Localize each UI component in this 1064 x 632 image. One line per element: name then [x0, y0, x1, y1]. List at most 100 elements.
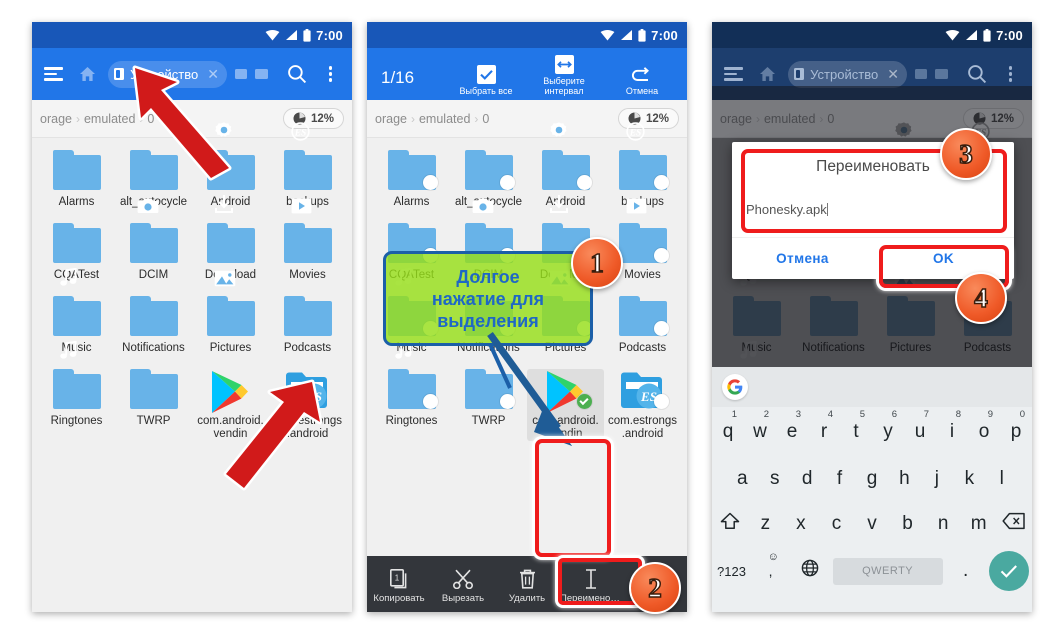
- file-icon-wrap: ES: [618, 122, 669, 192]
- file-icon-wrap: [52, 340, 101, 411]
- home-icon[interactable]: [754, 61, 780, 87]
- key-s[interactable]: s: [758, 468, 790, 490]
- status-bar: 7:00: [367, 22, 687, 48]
- overflow-menu-icon[interactable]: [318, 61, 344, 87]
- enter-check-icon: [988, 551, 1029, 591]
- file-cell[interactable]: ES com.estrongs.android: [604, 369, 681, 441]
- overflow-menu-icon[interactable]: [998, 61, 1024, 87]
- storage-chip[interactable]: Устройство ✕: [788, 60, 907, 88]
- file-icon-wrap: [541, 122, 592, 192]
- key-m[interactable]: m: [961, 513, 997, 535]
- home-icon[interactable]: [74, 61, 100, 87]
- key-x[interactable]: x: [783, 513, 819, 535]
- selection-indicator[interactable]: [576, 175, 592, 190]
- menu-button[interactable]: [40, 61, 66, 87]
- key-sup: 7: [923, 409, 929, 420]
- file-name: CQATest: [53, 269, 100, 281]
- dialog-cancel-button[interactable]: Отмена: [732, 238, 873, 279]
- file-cell[interactable]: Ringtones: [38, 340, 115, 441]
- key-h[interactable]: h: [888, 468, 920, 490]
- keyboard-row-2: asdfghjkl: [712, 457, 1032, 501]
- breadcrumb-item-1[interactable]: orage: [40, 112, 72, 126]
- key-y[interactable]: y6: [872, 409, 904, 443]
- action-scissors[interactable]: Вырезать: [431, 565, 495, 604]
- step-badge-4: 4: [955, 272, 1007, 324]
- key-g[interactable]: g: [856, 468, 888, 490]
- file-cell[interactable]: Alarms: [373, 150, 450, 209]
- google-icon[interactable]: [722, 374, 748, 400]
- es-icon: ES: [625, 122, 645, 146]
- breadcrumb-item-3[interactable]: 0: [482, 112, 489, 126]
- tab-icon-2[interactable]: [935, 69, 949, 79]
- breadcrumb-item-1[interactable]: orage: [375, 112, 407, 126]
- tab-icon-1[interactable]: [914, 69, 928, 79]
- key-a[interactable]: a: [726, 468, 758, 490]
- breadcrumb-item-2[interactable]: emulated: [419, 112, 470, 126]
- key-d[interactable]: d: [791, 468, 823, 490]
- key-n[interactable]: n: [925, 513, 961, 535]
- key-f[interactable]: f: [823, 468, 855, 490]
- selection-indicator[interactable]: [422, 175, 438, 190]
- selection-indicator[interactable]: [653, 321, 669, 336]
- menu-button[interactable]: [720, 61, 746, 87]
- breadcrumb-sep: ›: [75, 111, 80, 126]
- key-v[interactable]: v: [854, 513, 890, 535]
- enter-key[interactable]: [985, 551, 1032, 591]
- key-b[interactable]: b: [890, 513, 926, 535]
- selection-indicator[interactable]: [653, 248, 669, 263]
- action-trash[interactable]: Удалить: [495, 565, 559, 604]
- language-key[interactable]: [790, 559, 829, 583]
- file-cell[interactable]: Alarms: [38, 150, 115, 209]
- search-icon[interactable]: [284, 61, 310, 87]
- select-all-button[interactable]: Выбрать все: [447, 64, 525, 96]
- key-e[interactable]: e3: [776, 409, 808, 443]
- selection-action-bar: 1/16 Выбрать все Выберите интервал Отмен…: [367, 48, 687, 100]
- file-cell[interactable]: Music: [38, 267, 115, 355]
- key-w[interactable]: w2: [744, 409, 776, 443]
- selection-indicator[interactable]: [653, 175, 669, 190]
- tab-icon-2[interactable]: [255, 69, 269, 79]
- select-range-button[interactable]: Выберите интервал: [525, 54, 603, 96]
- key-u[interactable]: u7: [904, 409, 936, 443]
- file-cell[interactable]: CQATest: [38, 223, 115, 282]
- key-k[interactable]: k: [953, 468, 985, 490]
- camera-icon: [137, 197, 159, 219]
- key-i[interactable]: i8: [936, 409, 968, 443]
- file-cell[interactable]: Podcasts: [604, 296, 681, 355]
- action-copy[interactable]: 1 Копировать: [367, 565, 431, 604]
- space-key[interactable]: QWERTY: [829, 557, 946, 585]
- cancel-selection-button[interactable]: Отмена: [603, 64, 681, 96]
- selection-indicator[interactable]: [499, 175, 515, 190]
- file-cell[interactable]: Notifications: [115, 296, 192, 355]
- selection-indicator[interactable]: [422, 394, 438, 409]
- shift-key[interactable]: [712, 512, 748, 536]
- key-r[interactable]: r4: [808, 409, 840, 443]
- key-t[interactable]: t5: [840, 409, 872, 443]
- symbols-key[interactable]: ?123: [712, 564, 751, 579]
- period-key[interactable]: .: [946, 560, 985, 582]
- file-cell[interactable]: Pictures: [192, 270, 269, 355]
- selection-indicator[interactable]: [653, 394, 669, 409]
- key-q[interactable]: q1: [712, 409, 744, 443]
- file-cell[interactable]: Ringtones: [373, 340, 450, 441]
- key-j[interactable]: j: [921, 468, 953, 490]
- key-c[interactable]: c: [819, 513, 855, 535]
- key-o[interactable]: o9: [968, 409, 1000, 443]
- file-name: Alarms: [58, 196, 95, 208]
- search-icon[interactable]: [964, 61, 990, 87]
- key-z[interactable]: z: [748, 513, 784, 535]
- callout-line-1: Долгое: [456, 266, 520, 287]
- signal-icon: [285, 29, 298, 41]
- file-cell[interactable]: Podcasts: [269, 296, 346, 355]
- file-name: com.estrongs.android: [607, 415, 678, 440]
- es-icon: ES: [290, 122, 310, 146]
- wifi-icon: [945, 29, 960, 41]
- key-p[interactable]: p0: [1000, 409, 1032, 443]
- file-cell[interactable]: DCIM: [115, 199, 192, 282]
- file-cell[interactable]: Movies: [269, 198, 346, 282]
- emoji-key[interactable]: ☺ ,: [751, 551, 790, 582]
- file-cell[interactable]: TWRP: [115, 369, 192, 441]
- backspace-key[interactable]: [996, 512, 1032, 536]
- key-l[interactable]: l: [986, 468, 1018, 490]
- close-icon[interactable]: ✕: [887, 66, 899, 83]
